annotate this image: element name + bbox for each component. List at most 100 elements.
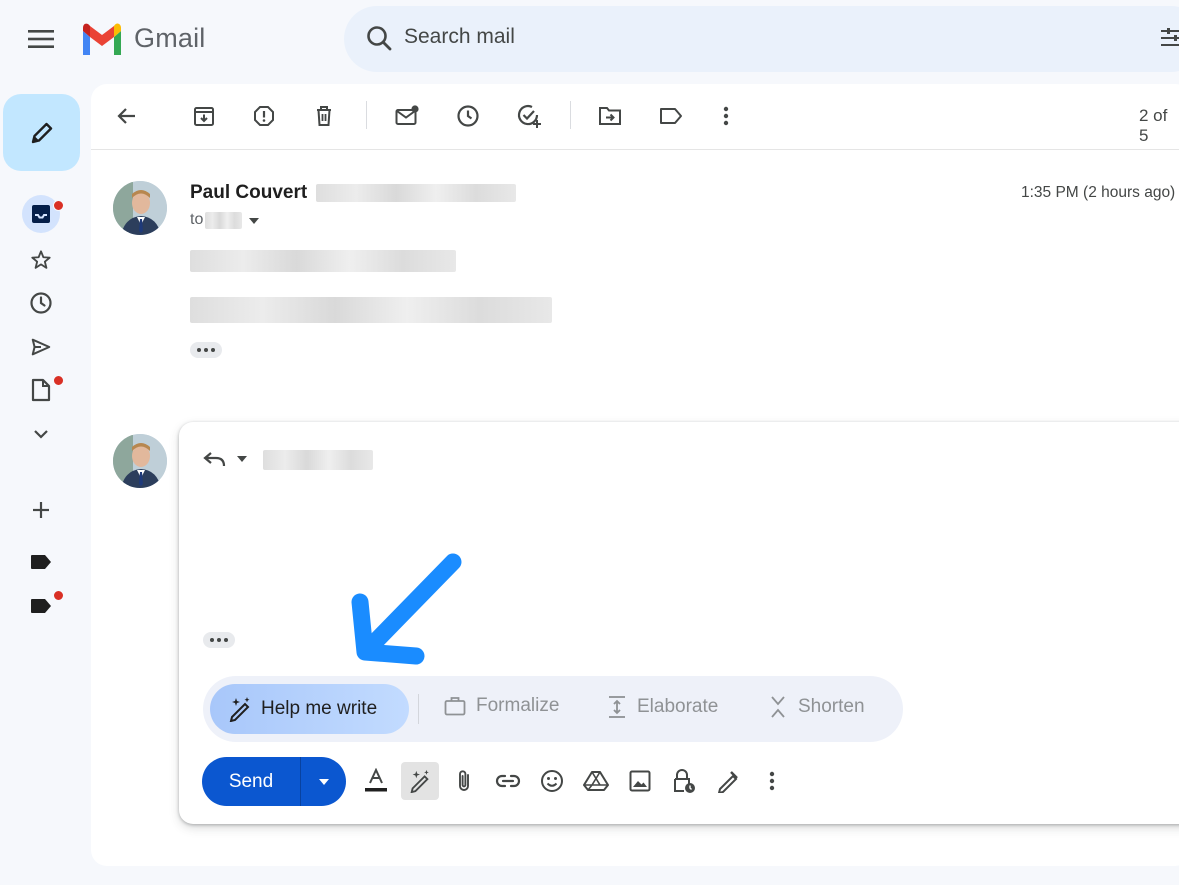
gmail-logo[interactable]: Gmail xyxy=(80,22,206,55)
snooze-button[interactable] xyxy=(448,96,488,136)
callout-arrow xyxy=(340,540,480,680)
insert-drive-button[interactable] xyxy=(577,762,615,800)
insert-link-button[interactable] xyxy=(489,762,527,800)
recipient-details-button[interactable] xyxy=(248,217,260,225)
photo-icon xyxy=(629,770,651,792)
sender-avatar[interactable] xyxy=(113,181,167,235)
page-count: 2 of 5 xyxy=(1139,106,1168,145)
shorten-label: Shorten xyxy=(798,696,865,717)
more-compose-options-button[interactable] xyxy=(753,762,791,800)
nav-snoozed[interactable] xyxy=(22,284,60,322)
confidential-mode-button[interactable] xyxy=(665,762,703,800)
add-task-icon xyxy=(517,104,541,128)
schedule-send-dropdown[interactable] xyxy=(301,778,346,786)
gmail-logo-icon xyxy=(83,23,121,55)
show-trimmed-content-button[interactable] xyxy=(190,342,222,358)
compose-button[interactable] xyxy=(3,94,80,171)
confidential-icon xyxy=(674,769,695,793)
message-timestamp: 1:35 PM (2 hours ago) xyxy=(1021,184,1176,201)
report-spam-button[interactable] xyxy=(244,96,284,136)
search-input[interactable] xyxy=(404,25,1004,49)
reply-icon xyxy=(203,452,226,467)
move-to-icon xyxy=(599,107,621,125)
elaborate-button[interactable]: Elaborate xyxy=(607,695,718,719)
sender-name[interactable]: Paul Couvert xyxy=(190,182,307,204)
back-button[interactable] xyxy=(107,96,147,136)
search-bar[interactable] xyxy=(344,6,1179,72)
label-icon xyxy=(31,599,51,613)
reply-type-button[interactable] xyxy=(203,447,253,471)
attach-files-button[interactable] xyxy=(445,762,483,800)
snooze-icon xyxy=(457,105,479,127)
insert-emoji-button[interactable] xyxy=(533,762,571,800)
help-me-write-label: Help me write xyxy=(261,698,378,719)
move-to-button[interactable] xyxy=(590,96,630,136)
delete-button[interactable] xyxy=(304,96,344,136)
insert-signature-button[interactable] xyxy=(709,762,747,800)
more-vert-icon xyxy=(769,771,775,791)
send-label: Send xyxy=(228,770,274,792)
inbox-icon xyxy=(32,205,50,223)
unread-dot xyxy=(53,375,64,386)
recipient-redacted xyxy=(205,212,242,229)
shrink-icon xyxy=(771,696,785,718)
help-me-write-button[interactable]: Help me write xyxy=(210,684,409,734)
star-icon xyxy=(31,250,51,269)
sender-email-redacted xyxy=(316,184,516,202)
assist-separator xyxy=(418,694,419,724)
mark-unread-button[interactable] xyxy=(387,96,427,136)
sparkle-pen-icon xyxy=(229,697,250,722)
sparkle-pen-icon xyxy=(410,769,429,793)
unread-dot xyxy=(53,200,64,211)
caret-down-icon xyxy=(249,218,259,224)
user-avatar[interactable] xyxy=(113,434,167,488)
menu-icon[interactable] xyxy=(21,19,61,59)
format-text-icon xyxy=(365,768,387,792)
archive-button[interactable] xyxy=(184,96,224,136)
toolbar-divider xyxy=(91,149,1179,150)
formalize-button[interactable]: Formalize xyxy=(444,695,559,717)
label-as-button[interactable] xyxy=(651,96,691,136)
toolbar-separator xyxy=(570,101,571,129)
plus-icon xyxy=(33,502,49,518)
nav-more[interactable] xyxy=(22,415,60,453)
draft-icon xyxy=(31,378,51,402)
archive-icon xyxy=(194,107,214,126)
create-label-button[interactable] xyxy=(22,491,60,529)
emoji-icon xyxy=(541,770,563,792)
filter-icon[interactable] xyxy=(1161,27,1179,49)
drive-icon xyxy=(583,771,609,791)
message-body-redacted xyxy=(190,250,456,272)
reply-recipient-redacted xyxy=(263,450,373,470)
trash-icon xyxy=(317,106,331,126)
add-to-tasks-button[interactable] xyxy=(509,96,549,136)
more-options-button[interactable] xyxy=(706,96,746,136)
nav-sent[interactable] xyxy=(22,328,60,366)
back-arrow-icon xyxy=(117,108,135,124)
insert-photo-button[interactable] xyxy=(621,762,659,800)
shorten-button[interactable]: Shorten xyxy=(768,695,865,719)
label-icon xyxy=(31,555,51,569)
report-spam-icon xyxy=(254,106,274,126)
nav-label-1[interactable] xyxy=(22,543,60,581)
send-button[interactable]: Send xyxy=(202,757,346,806)
nav-starred[interactable] xyxy=(22,241,60,279)
help-me-write-toolbar-button[interactable] xyxy=(401,762,439,800)
elaborate-label: Elaborate xyxy=(637,696,719,717)
show-quoted-text-button[interactable] xyxy=(203,632,235,648)
send-icon xyxy=(31,338,51,356)
link-icon xyxy=(495,774,521,788)
pencil-icon xyxy=(31,122,52,143)
app-name: Gmail xyxy=(134,23,206,53)
message-body-redacted xyxy=(190,297,552,323)
recipient-label: to xyxy=(190,211,204,228)
caret-down-icon xyxy=(237,456,247,462)
more-vert-icon xyxy=(723,106,729,126)
chevron-down-icon xyxy=(34,430,48,439)
search-icon[interactable] xyxy=(360,19,400,59)
attach-icon xyxy=(459,770,469,791)
signature-icon xyxy=(717,771,738,793)
clock-icon xyxy=(30,292,52,314)
formalize-label: Formalize xyxy=(476,695,560,716)
formatting-options-button[interactable] xyxy=(357,762,395,800)
